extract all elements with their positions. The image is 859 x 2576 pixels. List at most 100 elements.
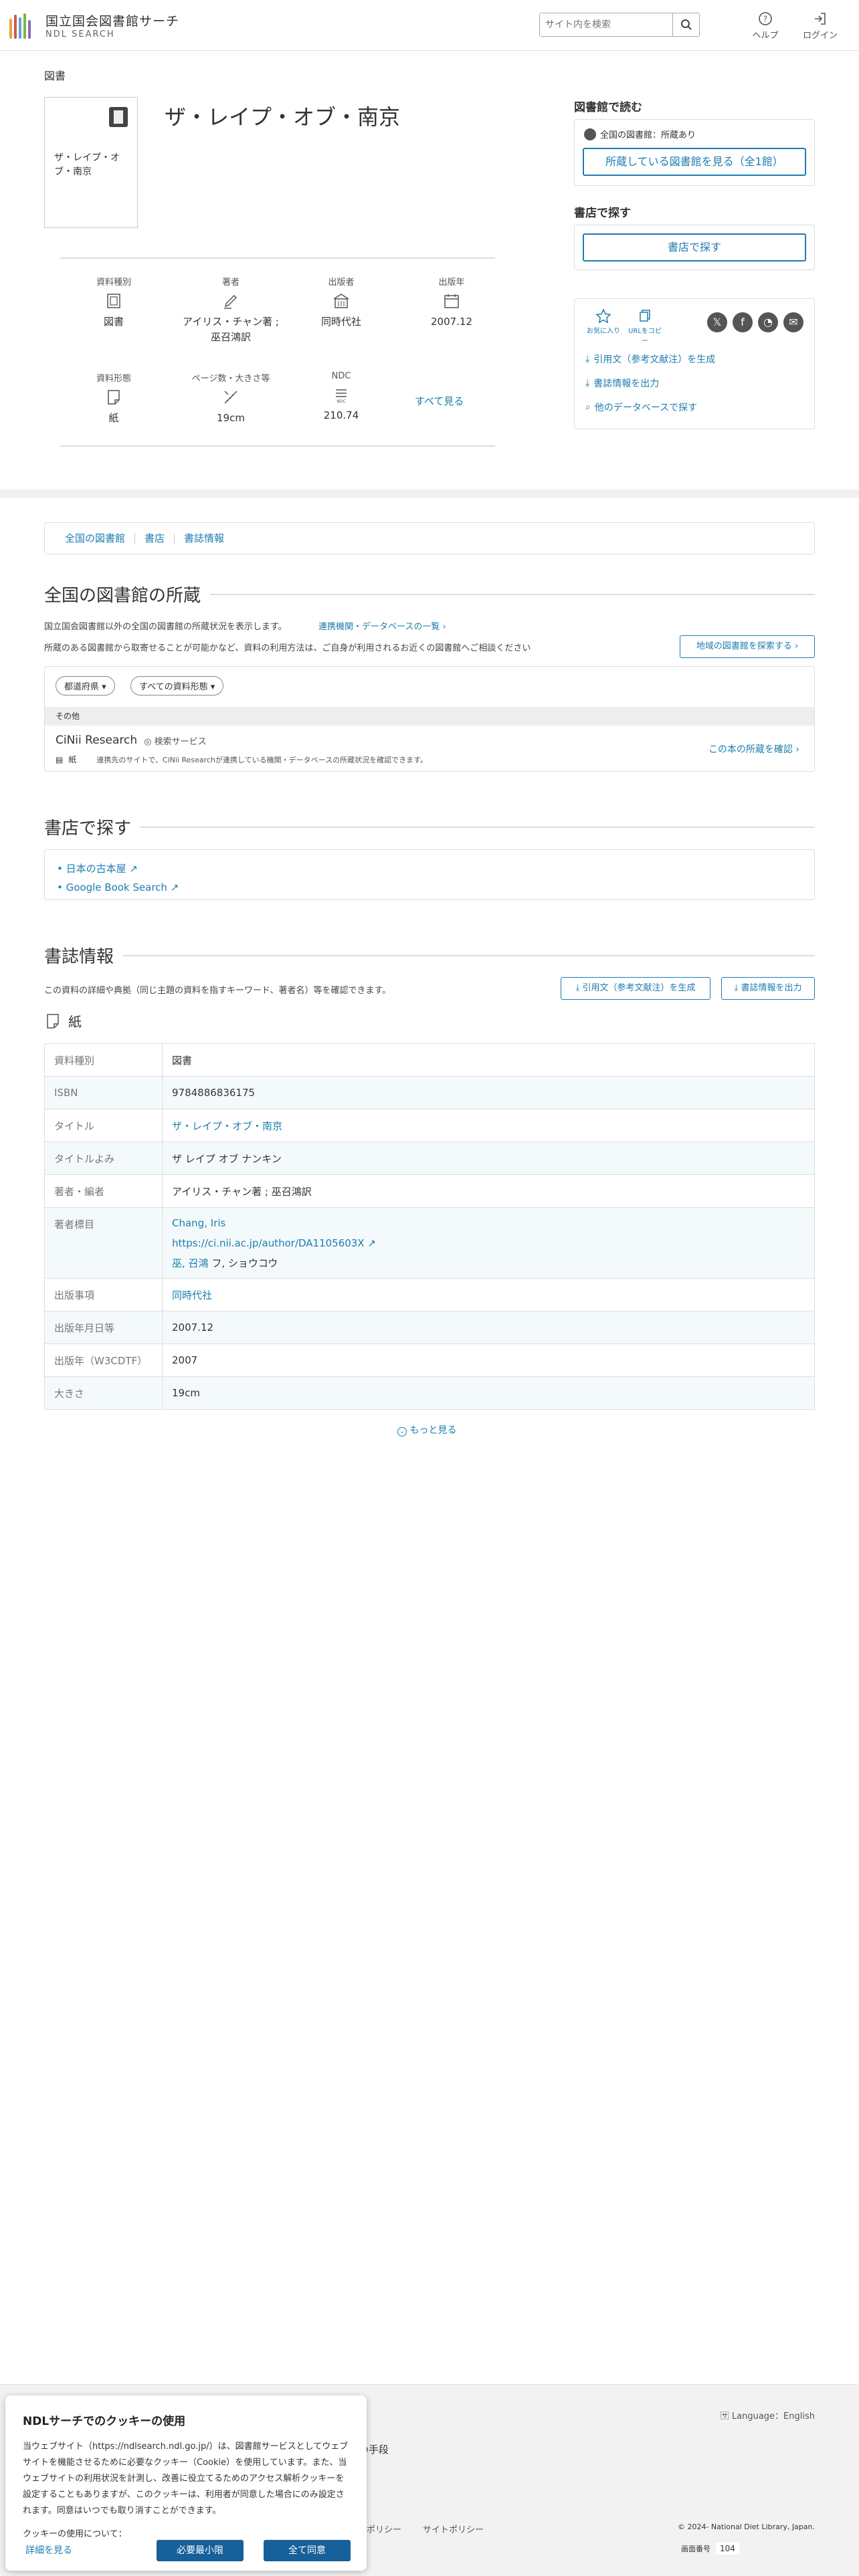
help-icon: ? (759, 12, 772, 25)
calendar-icon (444, 294, 459, 308)
language-switch[interactable]: 🈂 Language：English (721, 2409, 815, 2422)
service-name: CiNii Research (56, 734, 138, 747)
bibliography-heading: 書誌情報 (44, 943, 815, 968)
anchor-tabs: 全国の図書館 書店 書誌情報 (44, 522, 815, 554)
confirm-holding-link[interactable]: この本の所蔵を確認 › (708, 742, 799, 756)
tab-stores[interactable]: 書店 (135, 533, 175, 544)
search-icon (680, 19, 692, 30)
table-row: ISBN 9784886836175 (44, 1076, 815, 1109)
copy-icon (640, 310, 650, 322)
title-link[interactable]: ザ・レイプ・オブ・南京 (172, 1120, 282, 1132)
star-icon (595, 308, 611, 324)
see-all-link[interactable]: すべて見る (415, 394, 464, 408)
cite-button[interactable]: ⤓ 引用文（参考文献注）を生成 (561, 977, 710, 1000)
copyright: © 2024- National Diet Library, Japan. (677, 2523, 815, 2531)
site-header: 国立国会図書館サーチ NDL SEARCH ? ヘルプ ログイン (0, 0, 859, 51)
copy-url-button[interactable]: URLをコピー (628, 308, 662, 345)
holding-status: 全国の図書館：所蔵あり (600, 130, 696, 140)
cookie-detail-link[interactable]: 詳細を見る (23, 2540, 86, 2561)
paper-icon: ▤ (56, 754, 64, 764)
prefecture-filter[interactable]: 都道府県 ▾ (56, 676, 115, 695)
record-type-label: 図書 (44, 70, 66, 82)
logo-mark-icon (9, 12, 39, 39)
ndc-icon: NDC (336, 389, 347, 403)
cookie-accept-all-button[interactable]: 全て同意 (264, 2540, 351, 2561)
partner-list-link[interactable]: 連携機関・データベースの一覧 › (318, 619, 446, 632)
site-search (539, 13, 700, 37)
tab-bibliography[interactable]: 書誌情報 (175, 533, 233, 544)
service-form: 紙 (68, 755, 77, 764)
cite-link[interactable]: ⤓ 引用文（参考文献注）を生成 (585, 352, 715, 366)
read-heading: 図書館で読む (574, 101, 642, 114)
library-icon (584, 128, 596, 140)
stores-heading: 書店で探す (44, 815, 815, 839)
publisher-link[interactable]: 同時代社 (172, 1289, 212, 1301)
cookie-dialog: NDLサーチでのクッキーの使用 当ウェブサイト（https://ndlsearc… (5, 2395, 367, 2571)
material-type-filter[interactable]: すべての資料形態 ▾ (130, 676, 224, 695)
store-search-button[interactable]: 書店で探す (583, 233, 806, 261)
cookie-about-label: クッキーの使用について： (23, 2529, 127, 2539)
site-logo[interactable]: 国立国会図書館サーチ NDL SEARCH (9, 11, 179, 39)
mail-share-icon[interactable]: ✉ (783, 312, 803, 332)
login-label: ログイン (802, 31, 838, 41)
table-row: タイトルよみザ レイプ オブ ナンキン (44, 1142, 815, 1175)
section-divider (0, 490, 859, 498)
tools-panel: お気に入り URLをコピー 𝕏 f ◔ ✉ ⤓ 引用文（参考文献注）を生成 ⤓ 書誌… (574, 298, 815, 429)
libraries-note-2: 所蔵のある図書館から取寄せることが可能かなど、資料の利用方法は、ご自身が利用され… (44, 643, 531, 653)
store-link-kosho[interactable]: • 日本の古本屋 ↗ (57, 859, 802, 878)
search-icon: ⌕ (585, 402, 591, 413)
table-row: 出版年月日等 2007.12 (44, 1311, 815, 1344)
other-db-link[interactable]: ⌕ 他のデータベースで探す (585, 401, 697, 414)
fact-size: ページ数・大きさ等 19cm (191, 374, 270, 424)
login-icon (815, 13, 826, 25)
store-link-google-books[interactable]: • Google Book Search ↗ (57, 878, 802, 897)
download-icon: ⤓ (585, 354, 590, 364)
facebook-share-icon[interactable]: f (733, 312, 753, 332)
favorite-button[interactable]: お気に入り (587, 308, 620, 335)
fact-material-type: 資料種別 図書 (96, 278, 131, 328)
export-link[interactable]: ⤓ 書誌情報を出力 (585, 377, 659, 390)
cover-placeholder: ザ・レイプ・オブ・南京 (44, 97, 138, 228)
download-icon: ⤓ (585, 378, 590, 389)
show-more-link[interactable]: ⌄ もっと見る (397, 1423, 456, 1436)
ruler-pencil-icon (224, 391, 237, 404)
building-icon (333, 294, 349, 308)
fact-publisher: 出版者 同時代社 (320, 278, 361, 328)
screen-number: 画面番号 104 (681, 2543, 739, 2555)
export-button[interactable]: ⤓ 書誌情報を出力 (721, 977, 815, 1000)
tab-libraries[interactable]: 全国の図書館 (56, 533, 136, 544)
holding-panel: 全国の図書館：所蔵あり 所蔵している図書館を見る（全1館） (574, 119, 815, 186)
store-heading: 書店で探す (574, 207, 631, 220)
help-button[interactable]: ? ヘルプ (745, 9, 785, 41)
author-heading-link[interactable]: Chang, Iris (172, 1217, 225, 1229)
author-authority-link[interactable]: https://ci.nii.ac.jp/author/DA1105603X ↗ (172, 1237, 376, 1249)
svg-text:NDC: NDC (337, 399, 345, 403)
footer-policy-link[interactable]: ポリシー (367, 2523, 401, 2535)
translator-link[interactable]: 巫, 召鴻 (172, 1257, 209, 1269)
search-input[interactable] (540, 13, 672, 36)
view-holding-libraries-button[interactable]: 所蔵している図書館を見る（全1館） (583, 148, 806, 176)
service-description: 連携先のサイトで、CiNii Researchが連携している機関・データベースの… (96, 755, 427, 764)
fact-author: 著者 アイリス・チャン著 ; 巫召鴻訳 (183, 278, 279, 343)
x-share-icon[interactable]: 𝕏 (707, 312, 727, 332)
table-row: 資料種別 図書 (44, 1043, 815, 1077)
fact-form: 資料形態 紙 (96, 374, 131, 424)
bibliography-table: 資料種別 図書 ISBN 9784886836175 タイトル ザ・レイプ・オブ・南京… (44, 1043, 815, 1410)
paper-icon (47, 1013, 59, 1029)
form-heading: 紙 (44, 1011, 82, 1031)
search-button[interactable] (672, 13, 699, 36)
line-share-icon[interactable]: ◔ (758, 312, 778, 332)
record-facts: 資料種別 図書 著者 アイリス・チャン著 ; 巫召鴻訳 出版者 同時代社 出版年… (60, 257, 495, 447)
page-title: ザ・レイプ・オブ・南京 (165, 104, 401, 130)
libraries-heading: 全国の図書館の所蔵 (44, 582, 815, 607)
footer-site-policy-link[interactable]: サイトポリシー (423, 2523, 484, 2535)
table-row: 出版年（W3CDTF） 2007 (44, 1344, 815, 1377)
login-button[interactable]: ログイン (800, 9, 840, 41)
find-regional-libraries-button[interactable]: 地域の図書館を探索する › (680, 635, 815, 658)
libraries-note: 国立国会図書館以外の全国の図書館の所蔵状況を表示します。 (44, 622, 287, 632)
cookie-minimal-button[interactable]: 必要最小限 (157, 2540, 244, 2561)
table-row: 大きさ 19cm (44, 1376, 815, 1410)
bibliography-note: この資料の詳細や典拠（同じ主題の資料を指すキーワード、著者名）等を確認できます。 (44, 986, 391, 996)
logo-title: 国立国会図書館サーチ (45, 13, 180, 29)
library-holdings-box: 都道府県 ▾ すべての資料形態 ▾ その他 CiNii Research ◎ 検… (44, 666, 815, 772)
